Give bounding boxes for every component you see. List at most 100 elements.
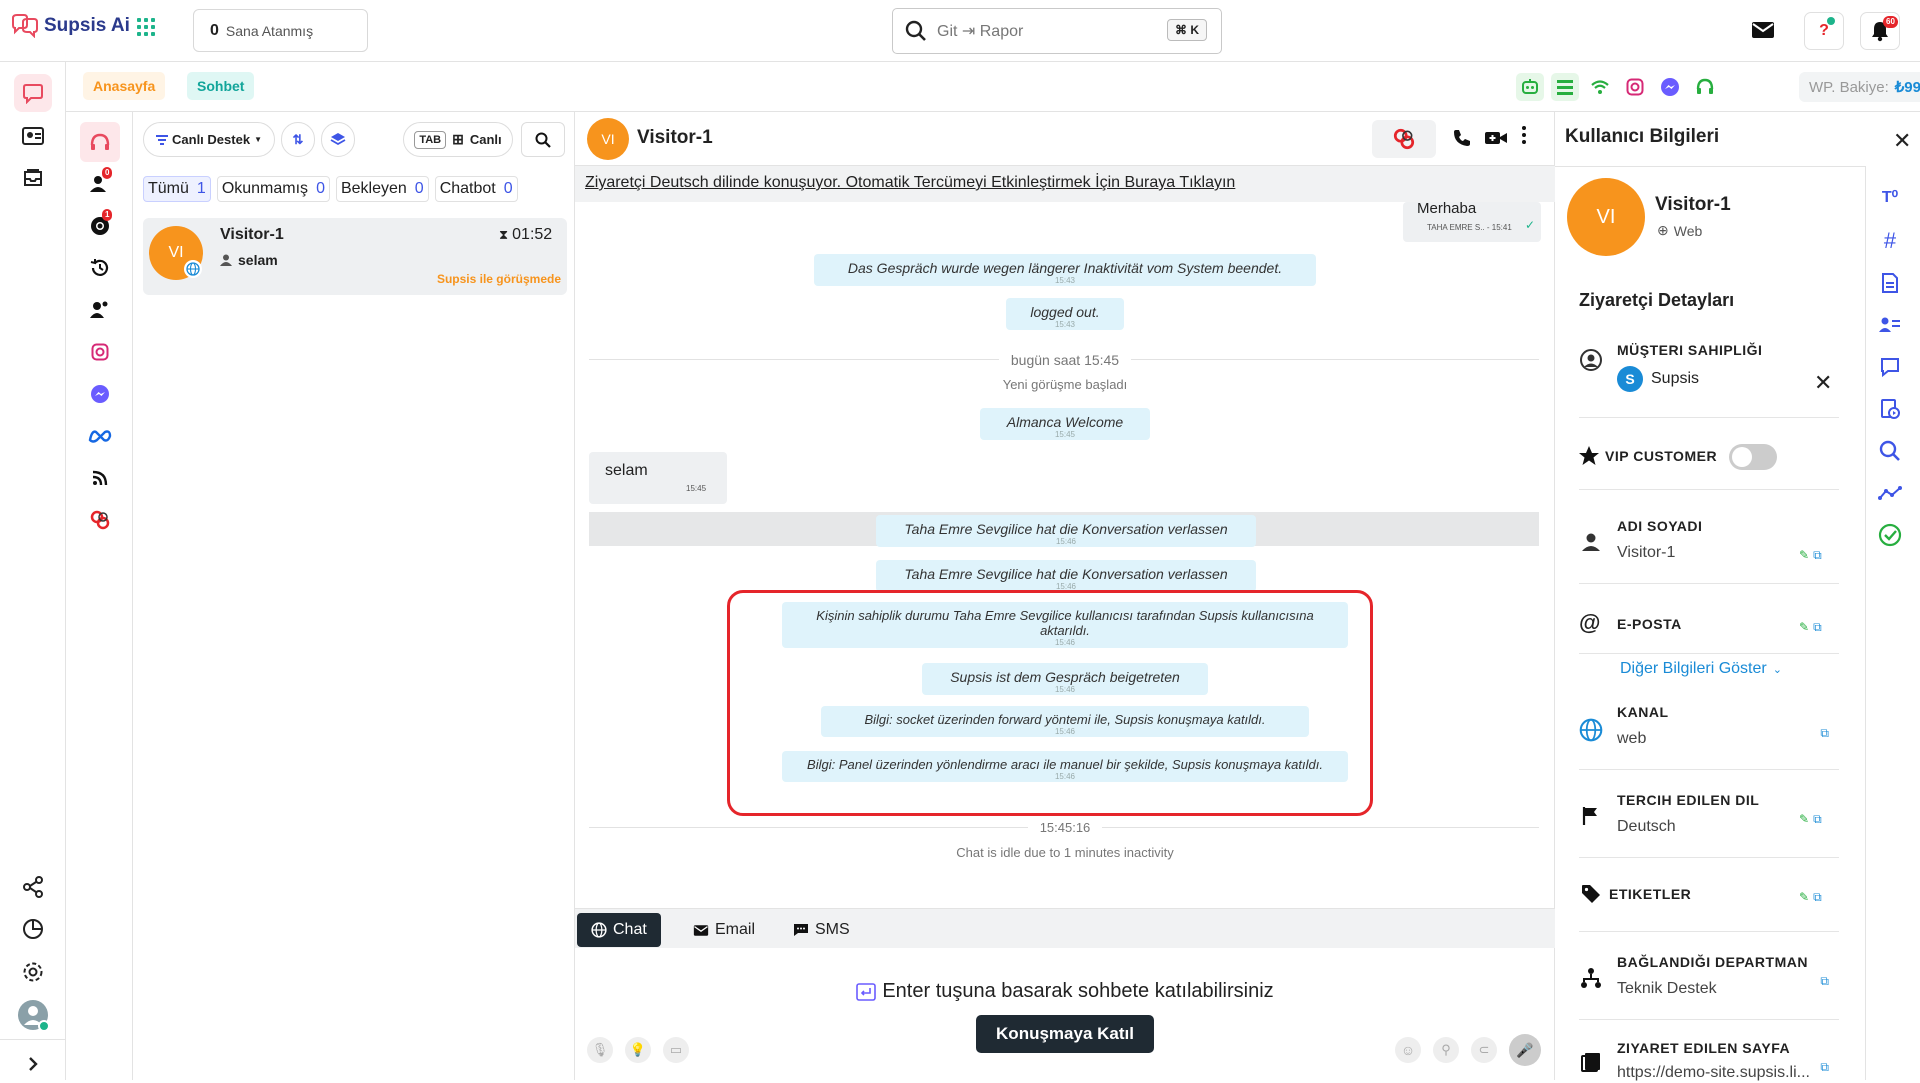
copy-icon[interactable]: ⧉	[1820, 974, 1829, 989]
user-avatar[interactable]	[14, 996, 52, 1034]
page-value[interactable]: https://demo-site.supsis.li...	[1617, 1064, 1810, 1082]
check-shield-icon[interactable]	[1875, 520, 1905, 550]
date-divider: bugün saat 15:45	[575, 352, 1555, 368]
dept-value: Teknik Destek	[1617, 980, 1717, 997]
search-input[interactable]: Git ⇥ Rapor ⌘ K	[892, 8, 1222, 54]
translate-banner[interactable]: Ziyaretçi Deutsch dilinde konuşuyor. Oto…	[575, 166, 1555, 202]
join-conversation-button[interactable]: Konuşmaya Katıl	[976, 1015, 1154, 1053]
copy-icon[interactable]: ⧉	[1813, 812, 1822, 827]
channel-bot[interactable]	[1516, 73, 1544, 101]
expand-rail-button[interactable]	[14, 1045, 52, 1083]
voice-note-icon[interactable]: 🎙	[587, 1037, 613, 1063]
remove-owner-icon[interactable]: ✕	[1814, 370, 1832, 396]
channel-support[interactable]	[1691, 73, 1719, 101]
nav-team[interactable]	[80, 290, 120, 330]
users-icon	[90, 301, 108, 318]
nav-history[interactable]	[80, 248, 120, 288]
dept-actions: ⧉	[1799, 972, 1829, 990]
nav-reports[interactable]	[14, 910, 52, 948]
nav-contacts[interactable]	[14, 117, 52, 155]
copy-icon[interactable]: ⧉	[1820, 1060, 1829, 1075]
nav-instagram[interactable]	[80, 332, 120, 372]
document-icon[interactable]	[1875, 268, 1905, 298]
hashtag-icon[interactable]: #	[1875, 226, 1905, 256]
conversation-search-button[interactable]	[521, 122, 565, 157]
nav-integrations[interactable]	[14, 868, 52, 906]
brand-logo[interactable]: Supsis Ai	[10, 14, 130, 38]
count-unread[interactable]: Okunmamış 0	[216, 176, 330, 202]
canned-response-icon[interactable]: ▭	[663, 1037, 689, 1063]
sort-button[interactable]: ⇅	[281, 122, 315, 157]
tab-chat-channel[interactable]: Chat	[577, 913, 661, 947]
location-icon[interactable]: ⚲	[1433, 1037, 1459, 1063]
edit-icon[interactable]: ✎	[1799, 890, 1809, 904]
conversation-status: Supsis ile görüşmede	[436, 272, 561, 286]
tab-sms-label: SMS	[815, 921, 850, 938]
view-toggle[interactable]: TAB ⊞ Canlı	[403, 122, 513, 157]
phone-call-icon[interactable]	[1452, 128, 1472, 153]
emoji-icon[interactable]: ☺	[1395, 1037, 1421, 1063]
channel-instagram[interactable]	[1621, 73, 1649, 101]
more-options-icon[interactable]	[1522, 126, 1526, 144]
copy-icon[interactable]: ⧉	[1813, 620, 1822, 635]
nav-inbox[interactable]	[14, 159, 52, 197]
channel-list[interactable]	[1551, 73, 1579, 101]
attachment-icon[interactable]: ⊂	[1471, 1037, 1497, 1063]
microphone-icon[interactable]: 🎤	[1509, 1034, 1541, 1066]
layers-button[interactable]	[321, 122, 355, 157]
channel-messenger[interactable]	[1656, 73, 1684, 101]
mail-icon[interactable]	[1751, 20, 1775, 45]
highlight-box	[727, 590, 1373, 816]
department-filter[interactable]: Canlı Destek ▼	[143, 122, 275, 157]
count-unread-value: 0	[316, 180, 325, 197]
nav-web[interactable]: 1	[80, 206, 120, 246]
nav-meta[interactable]	[80, 416, 120, 456]
user-list-icon[interactable]	[1875, 310, 1905, 340]
search-icon[interactable]	[1875, 436, 1905, 466]
copy-icon[interactable]: ⧉	[1820, 726, 1829, 741]
system-message: Das Gespräch wurde wegen längerer Inakti…	[814, 254, 1316, 286]
tab-home[interactable]: Anasayfa	[83, 72, 166, 100]
copy-icon[interactable]: ⧉	[1813, 548, 1822, 563]
vip-toggle[interactable]	[1729, 444, 1777, 470]
nav-messenger[interactable]	[80, 374, 120, 414]
nav-rss[interactable]	[80, 458, 120, 498]
nav-settings[interactable]	[14, 953, 52, 991]
analytics-icon[interactable]	[1875, 478, 1905, 508]
kanal-actions: ⧉	[1799, 724, 1829, 742]
lightbulb-icon[interactable]: 💡	[625, 1037, 651, 1063]
chat-edit-icon[interactable]	[1875, 352, 1905, 382]
tab-email-channel[interactable]: Email	[679, 913, 769, 947]
video-call-icon[interactable]	[1484, 129, 1508, 152]
edit-icon[interactable]: ✎	[1799, 812, 1809, 826]
show-more-button[interactable]: Diğer Bilgileri Göster ⌄	[1620, 660, 1860, 678]
count-waiting[interactable]: Bekleyen 0	[335, 176, 429, 202]
conversation-list: Canlı Destek ▼ ⇅ TAB ⊞ Canlı Tümü 1 Okunm…	[133, 112, 575, 1080]
conversation-last-message: selam	[220, 252, 278, 268]
translate-icon[interactable]: T⁰	[1875, 182, 1905, 212]
help-button[interactable]: ?	[1804, 12, 1844, 50]
nav-live-support[interactable]	[80, 122, 120, 162]
nav-chat[interactable]	[14, 74, 52, 112]
count-all[interactable]: Tümü 1	[143, 176, 211, 202]
page-label: ZIYARET EDILEN SAYFA	[1617, 1040, 1791, 1056]
apps-grid-icon[interactable]	[137, 18, 155, 36]
edit-icon[interactable]: ✎	[1799, 548, 1809, 562]
assigned-to-me-button[interactable]: 0 Sana Atanmış	[193, 9, 368, 52]
close-icon[interactable]: ✕	[1893, 128, 1911, 154]
count-chatbot[interactable]: Chatbot 0	[434, 176, 518, 202]
nav-supsis[interactable]	[80, 500, 120, 540]
tab-sms-channel[interactable]: SMS	[779, 913, 864, 947]
tab-chat[interactable]: Sohbet	[187, 72, 255, 100]
supsis-assign-button[interactable]	[1372, 120, 1436, 158]
copy-icon[interactable]: ⧉	[1813, 890, 1822, 905]
share-nodes-icon	[23, 876, 43, 898]
search-icon	[905, 20, 926, 41]
tab-email-label: Email	[715, 921, 756, 938]
notifications-button[interactable]: 60	[1860, 12, 1900, 50]
video-file-icon[interactable]	[1875, 394, 1905, 424]
channel-wifi[interactable]	[1586, 73, 1614, 101]
edit-icon[interactable]: ✎	[1799, 620, 1809, 634]
nav-visitors[interactable]: 0	[80, 164, 120, 204]
conversation-item[interactable]: VI Visitor-1 ⧗ 01:52 selam Supsis ile gö…	[143, 218, 567, 295]
